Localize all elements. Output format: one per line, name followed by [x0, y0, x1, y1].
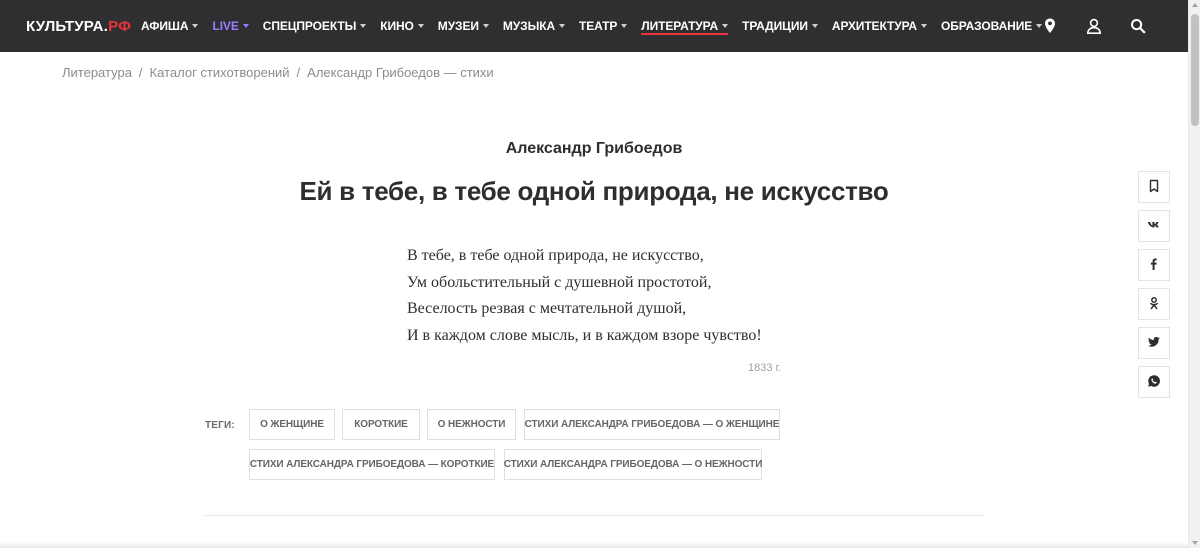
nav-label: АРХИТЕКТУРА: [831, 19, 917, 33]
poem-line: Веселость резвая с мечтательной душой,: [407, 300, 687, 317]
nav-item-arkhitektura[interactable]: АРХИТЕКТУРА: [832, 0, 927, 52]
nav-item-obrazovanie[interactable]: ОБРАЗОВАНИЕ: [940, 0, 1043, 52]
share-odnoklassniki-button[interactable]: [1138, 288, 1170, 320]
share-twitter-button[interactable]: [1138, 327, 1170, 359]
tag-o-zhenshchine[interactable]: О ЖЕНЩИНЕ: [249, 409, 335, 440]
tag-griboedov-korotkie[interactable]: СТИХИ АЛЕКСАНДРА ГРИБОЕДОВА — КОРОТКИЕ: [249, 449, 495, 480]
poem-line: Ум обольстительный с душевной простотой,: [407, 273, 712, 291]
chevron-down-icon: [920, 24, 927, 28]
breadcrumb: Литература / Каталог стихотворений / Але…: [62, 65, 494, 80]
scroll-up-arrow-icon[interactable]: [1192, 3, 1198, 7]
share-whatsapp-button[interactable]: [1138, 366, 1170, 398]
tag-griboedov-o-zhenshchine[interactable]: СТИХИ АЛЕКСАНДРА ГРИБОЕДОВА — О ЖЕНЩИНЕ: [524, 409, 780, 440]
site-logo[interactable]: КУЛЬТУРА.РФ: [26, 18, 131, 35]
nav-label: КИНО: [380, 19, 414, 33]
bookmark-button[interactable]: [1138, 171, 1170, 203]
chevron-down-icon: [192, 24, 199, 28]
chevron-down-icon: [482, 24, 489, 28]
top-navigation-bar: КУЛЬТУРА.РФ АФИША LIVE СПЕЦПРОЕКТЫ КИНО …: [0, 0, 1188, 52]
chevron-down-icon: [417, 24, 424, 28]
poem-title: Ей в тебе, в тебе одной природа, не иску…: [299, 176, 889, 206]
search-icon[interactable]: [1128, 16, 1148, 36]
page-scrollbar[interactable]: [1188, 0, 1200, 548]
nav-item-literatura[interactable]: ЛИТЕРАТУРА: [641, 0, 729, 52]
nav-label: МУЗЕИ: [437, 19, 479, 33]
nav-label: ЛИТЕРАТУРА: [641, 19, 719, 33]
active-underline: [641, 33, 729, 35]
share-facebook-button[interactable]: [1138, 249, 1170, 281]
breadcrumb-separator: /: [296, 65, 301, 80]
tag-o-nezhnosti[interactable]: О НЕЖНОСТИ: [427, 409, 516, 440]
nav-item-muzyka[interactable]: МУЗЫКА: [502, 0, 566, 52]
nav-label: МУЗЫКА: [502, 19, 556, 33]
breadcrumb-literatura[interactable]: Литература: [62, 65, 132, 80]
share-vk-button[interactable]: [1138, 210, 1170, 242]
nav-item-traditsii[interactable]: ТРАДИЦИИ: [742, 0, 818, 52]
chevron-down-icon: [559, 24, 566, 28]
content-divider: [205, 515, 983, 516]
poem-year: 1833 г.: [748, 362, 782, 374]
breadcrumb-catalog[interactable]: Каталог стихотворений: [150, 65, 290, 80]
chevron-down-icon: [722, 24, 729, 28]
logo-accent-text: РФ: [108, 18, 132, 35]
nav-item-live[interactable]: LIVE: [212, 0, 249, 52]
scrollbar-thumb[interactable]: [1191, 14, 1199, 126]
main-nav: АФИША LIVE СПЕЦПРОЕКТЫ КИНО МУЗЕИ МУЗЫКА…: [141, 0, 1056, 52]
share-panel: [1138, 171, 1170, 405]
vk-icon: [1147, 218, 1161, 235]
facebook-icon: [1147, 257, 1161, 274]
bottom-fade: [0, 542, 1188, 548]
location-pin-icon[interactable]: [1040, 16, 1060, 36]
odnoklassniki-icon: [1147, 296, 1161, 313]
scroll-down-arrow-icon[interactable]: [1192, 541, 1198, 545]
breadcrumb-separator: /: [138, 65, 143, 80]
chevron-down-icon: [242, 24, 249, 28]
nav-label: ТЕАТР: [579, 19, 618, 33]
nav-label: ОБРАЗОВАНИЕ: [940, 19, 1033, 33]
nav-item-specprojects[interactable]: СПЕЦПРОЕКТЫ: [262, 0, 367, 52]
tags-label: ТЕГИ:: [205, 420, 235, 431]
bookmark-icon: [1147, 179, 1161, 196]
user-icon[interactable]: [1084, 16, 1104, 36]
nav-label: АФИША: [141, 19, 189, 33]
poem-author[interactable]: Александр Грибоедов: [0, 140, 1188, 158]
nav-label: ТРАДИЦИИ: [742, 19, 808, 33]
nav-item-teatr[interactable]: ТЕАТР: [579, 0, 628, 52]
tag-korotkie[interactable]: КОРОТКИЕ: [342, 409, 420, 440]
tag-griboedov-o-nezhnosti[interactable]: СТИХИ АЛЕКСАНДРА ГРИБОЕДОВА — О НЕЖНОСТИ: [504, 449, 762, 480]
chevron-down-icon: [621, 24, 628, 28]
poem-line: В тебе, в тебе одной природа, не искусст…: [407, 247, 704, 264]
nav-item-afisha[interactable]: АФИША: [141, 0, 199, 52]
nav-label: СПЕЦПРОЕКТЫ: [262, 19, 357, 33]
whatsapp-icon: [1147, 374, 1161, 391]
twitter-icon: [1147, 335, 1161, 352]
poem-line: И в каждом слове мысль, и в каждом взоре…: [407, 326, 762, 344]
chevron-down-icon: [360, 24, 367, 28]
nav-item-kino[interactable]: КИНО: [380, 0, 424, 52]
nav-item-muzei[interactable]: МУЗЕИ: [438, 0, 489, 52]
poem-body: В тебе, в тебе одной природа, не искусст…: [407, 243, 762, 349]
chevron-down-icon: [811, 24, 818, 28]
logo-main-text: КУЛЬТУРА.: [26, 18, 109, 35]
breadcrumb-author-poems[interactable]: Александр Грибоедов — стихи: [307, 65, 494, 80]
nav-label: LIVE: [212, 19, 239, 33]
